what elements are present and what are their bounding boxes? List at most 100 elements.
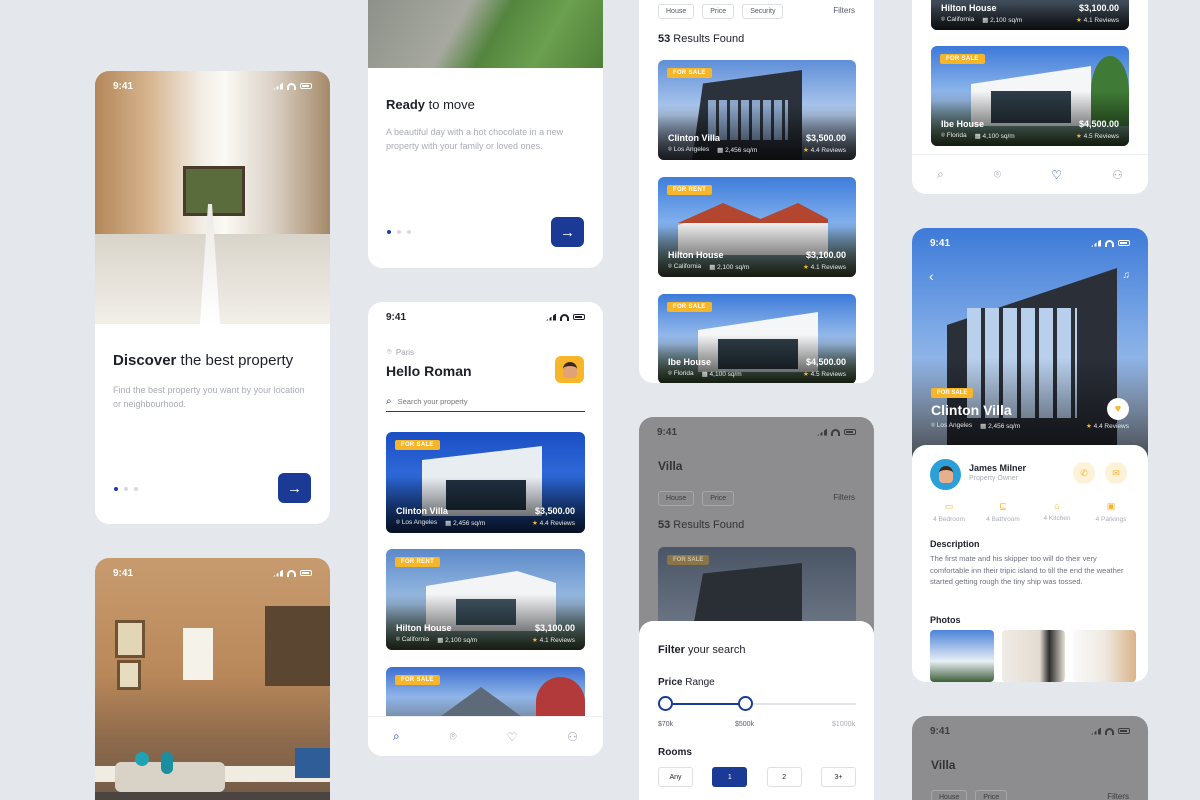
onboarding-ready-screen: Ready to move A beautiful day with a hot…: [368, 0, 603, 268]
property-reviews: ★ 4.5 Reviews: [802, 371, 846, 378]
lawn-photo: [368, 0, 603, 68]
status-time: 9:41: [386, 311, 407, 323]
call-button[interactable]: ✆: [1073, 462, 1095, 484]
property-card[interactable]: FOR SALE Clinton Villa $3,500.00 ⌾ Los A…: [658, 60, 856, 160]
chip-price[interactable]: Price: [702, 4, 735, 19]
avatar[interactable]: [555, 356, 584, 383]
property-meta: ⌾ Florida ▦ 4,100 sq/m: [941, 132, 1015, 140]
property-meta: ⌾ California ▦ 2,100 sq/m: [941, 16, 1023, 24]
search-bar[interactable]: ⌕: [386, 392, 585, 412]
property-name: Clinton Villa: [668, 133, 720, 143]
location-label: ⌾ Paris: [387, 347, 415, 357]
property-meta: ⌾ California ▦ 2,100 sq/m: [668, 263, 750, 271]
property-name: Hilton House: [668, 250, 724, 260]
kitchen-icon: ⌂: [1054, 501, 1060, 511]
property-price: $3,100.00: [534, 623, 575, 633]
for-sale-badge: FOR SALE: [940, 54, 985, 64]
photo-thumb[interactable]: [930, 630, 994, 682]
rooms-label: Rooms: [658, 747, 692, 758]
villa-filter-screen: 9:41 Villa House Price Filters 53 Result…: [639, 417, 874, 800]
map-pin-icon[interactable]: ⌾: [994, 167, 1001, 182]
chip-house[interactable]: House: [658, 4, 695, 19]
filter-sheet: Filter your search Price Range $70k $500…: [639, 621, 874, 800]
favorite-button[interactable]: ♥: [1107, 398, 1129, 420]
search-icon[interactable]: ⌕: [937, 167, 944, 182]
property-price: $3,100.00: [805, 250, 846, 260]
favorites-screen: Hilton House $3,100.00 ⌾ California ▦ 2,1…: [912, 0, 1148, 194]
for-sale-badge: FOR SALE: [667, 302, 712, 312]
chip-price[interactable]: Price: [975, 790, 1008, 800]
for-sale-badge: FOR SALE: [667, 555, 710, 565]
property-name: Clinton Villa: [396, 506, 448, 516]
page-indicator: [387, 230, 411, 234]
next-button[interactable]: →: [551, 217, 584, 247]
property-card[interactable]: FOR SALE Clinton Villa $3,500.00 ⌾ Los A…: [386, 432, 585, 533]
filters-link[interactable]: Filters: [833, 493, 855, 502]
property-card[interactable]: FOR SALE: [658, 547, 856, 627]
villa-title: Villa: [658, 459, 683, 473]
results-count: 53 Results Found: [658, 33, 745, 45]
amenities: ▭ 4 Bedroom ⊑ 4 Bathroom ⌂ 4 Kitchen ▣ 4 Par…: [922, 501, 1138, 523]
filter-sheet-title: Filter your search: [658, 644, 746, 656]
filters-link[interactable]: Filters: [1107, 792, 1129, 800]
living-room-photo: [95, 558, 330, 800]
price-range-slider[interactable]: [658, 696, 856, 711]
property-reviews: ★ 4.4 Reviews: [802, 147, 846, 154]
property-card[interactable]: Hilton House $3,100.00 ⌾ California ▦ 2,1…: [931, 0, 1129, 30]
bell-icon[interactable]: ♫: [1123, 270, 1131, 281]
back-chevron-icon[interactable]: ‹: [929, 268, 934, 284]
chip-house[interactable]: House: [658, 491, 695, 506]
map-pin-icon[interactable]: ⌾: [450, 729, 457, 744]
arrow-right-icon: →: [287, 479, 302, 497]
amenity-parking: ▣ 4 Parkings: [1084, 501, 1138, 523]
chip-house[interactable]: House: [931, 790, 968, 800]
chip-security[interactable]: Security: [742, 4, 784, 19]
slider-handle-max[interactable]: [738, 696, 753, 711]
price-selected: $500k: [735, 721, 755, 728]
results-count: 53 Results Found: [658, 519, 745, 531]
status-time: 9:41: [657, 426, 678, 438]
property-card[interactable]: FOR RENT Hilton House $3,100.00 ⌾ Califo…: [658, 177, 856, 277]
results-screen: House Price Security Filters 53 Results …: [639, 0, 874, 383]
for-sale-badge: FOR SALE: [667, 68, 712, 78]
onboarding-discover-screen: 9:41 Discover the best property Find the…: [95, 71, 330, 524]
for-rent-badge: FOR RENT: [395, 557, 441, 567]
pin-icon: ⌾: [387, 347, 392, 356]
room-option-any[interactable]: Any: [658, 767, 693, 787]
heart-icon[interactable]: ♡: [507, 730, 518, 744]
onboarding-description: Find the best property you want by your …: [113, 385, 305, 410]
search-icon[interactable]: ⌕: [393, 729, 400, 744]
property-name: Ibe House: [941, 119, 985, 129]
living-room-screen: 9:41: [95, 558, 330, 800]
heart-icon[interactable]: ♡: [1051, 168, 1062, 182]
property-card[interactable]: FOR SALE Ibe House $4,500.00 ⌾ Florida ▦ …: [931, 46, 1129, 146]
filters-link[interactable]: Filters: [833, 6, 855, 15]
price-range-label: Price Range: [658, 677, 715, 688]
bath-icon: ⊑: [999, 501, 1007, 511]
price-min: $70k: [658, 721, 674, 728]
property-name: Ibe House: [668, 357, 712, 367]
property-price: $3,500.00: [534, 506, 575, 516]
chip-price[interactable]: Price: [702, 491, 735, 506]
description-text: The first mate and his skipper too will …: [930, 554, 1124, 587]
amenity-kitchen: ⌂ 4 Kitchen: [1030, 501, 1084, 523]
user-icon[interactable]: ⚇: [567, 730, 578, 744]
slider-handle-min[interactable]: [658, 696, 673, 711]
property-reviews: ★ 4.4 Reviews: [531, 520, 575, 527]
room-option-2[interactable]: 2: [766, 767, 802, 787]
next-button[interactable]: →: [278, 473, 311, 503]
message-button[interactable]: ✉: [1105, 462, 1127, 484]
property-detail-screen: 9:41 ‹ ♫ FOR SALE Clinton Villa ♥ ⌾ Los …: [912, 228, 1148, 682]
photo-thumb[interactable]: [1002, 630, 1065, 682]
room-option-1[interactable]: 1: [712, 767, 748, 787]
owner-name: James Milner: [969, 463, 1027, 473]
photo-thumb[interactable]: [1073, 630, 1136, 682]
user-icon[interactable]: ⚇: [1112, 168, 1123, 182]
search-input[interactable]: [397, 397, 568, 406]
owner-avatar: [930, 459, 961, 490]
status-time: 9:41: [930, 725, 951, 737]
room-option-3plus[interactable]: 3+: [820, 767, 856, 787]
price-max: $1000k: [832, 721, 855, 728]
property-card[interactable]: FOR SALE Ibe House $4,500.00 ⌾ Florida ▦ …: [658, 294, 856, 383]
property-card[interactable]: FOR RENT Hilton House $3,100.00 ⌾ Califo…: [386, 549, 585, 650]
